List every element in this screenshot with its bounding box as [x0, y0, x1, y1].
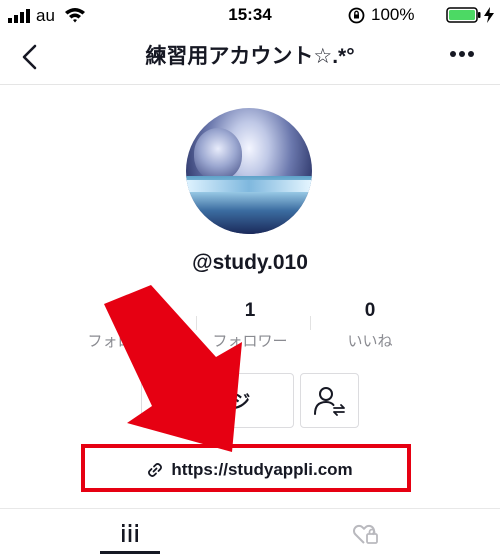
videos-grid-icon[interactable] [120, 523, 140, 543]
liked-videos-icon[interactable] [352, 522, 380, 546]
tab-divider [0, 508, 500, 509]
annotation-arrow [104, 285, 242, 452]
